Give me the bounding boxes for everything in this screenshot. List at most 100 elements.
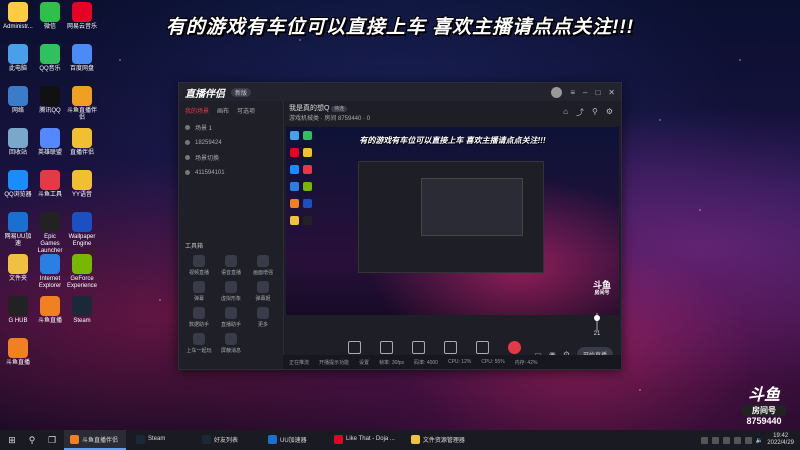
windows-start-icon[interactable]: ⊞ — [4, 432, 20, 448]
clock[interactable]: 19:42 2022/4/29 — [767, 433, 794, 447]
taskbar-app-label: 好友列表 — [214, 437, 239, 444]
taskbar-app[interactable]: 文件资源管理器 — [405, 430, 471, 450]
taskbar-app[interactable]: Steam — [130, 430, 192, 450]
desktop-shortcut[interactable]: QQ音乐 — [34, 44, 66, 73]
menu-icon[interactable]: ≡ — [570, 88, 575, 97]
desktop-shortcut[interactable]: 文件夹 — [2, 254, 34, 283]
tool-icon — [257, 307, 269, 319]
toolbox-item-label: 直播助手 — [220, 322, 241, 328]
eye-icon[interactable] — [185, 140, 190, 145]
eye-icon[interactable] — [185, 125, 190, 130]
desktop-shortcut[interactable]: 微信 — [34, 2, 66, 31]
left-panel: 我的场景 画布 可选项 场景 1 18259424 场景切换 411594101… — [179, 101, 284, 369]
nested-preview-window-inner — [421, 178, 523, 236]
desktop-shortcut-label: Internet Explorer — [38, 276, 62, 289]
eye-icon[interactable] — [185, 155, 190, 160]
toolbox-item[interactable]: 上车一起玩 — [185, 333, 213, 354]
task-view-icon[interactable]: ❐ — [44, 432, 60, 448]
desktop-shortcut[interactable]: 回收站 — [2, 128, 34, 157]
tray-icon[interactable] — [711, 436, 719, 444]
toolbox-item[interactable]: 更多 — [249, 307, 277, 328]
desktop-shortcut[interactable]: G HUB — [2, 296, 34, 325]
streaming-app-window: 直播伴侣 新版 ≡ – □ ✕ 我的场景 画布 可选项 场景 1 1825942… — [178, 82, 622, 370]
taskbar-app[interactable]: 斗鱼直播伴侣 — [64, 430, 126, 450]
gift-icon[interactable]: ⌂ — [563, 107, 568, 118]
desktop-shortcut[interactable]: Wallpaper Engine — [66, 212, 98, 248]
scene-label: 场景切换 — [195, 156, 220, 162]
douyu-overlay-logo: 斗鱼 房间号 8759440 — [742, 381, 786, 426]
desktop-shortcut[interactable]: 斗鱼直播 — [34, 296, 66, 325]
toolbox-item[interactable]: 视频直播 — [185, 255, 213, 276]
desktop-shortcut[interactable]: 斗鱼直播 — [2, 338, 34, 367]
desktop-shortcut[interactable]: 此电脑 — [2, 44, 34, 73]
toolbox-item[interactable]: 弹幕 — [185, 281, 213, 302]
desktop-shortcut[interactable]: 斗鱼工具 — [34, 170, 66, 199]
toolbox-item[interactable]: 数据助手 — [185, 307, 213, 328]
toolbox-item[interactable]: 屏蔽消息 — [217, 333, 245, 354]
taskbar-app[interactable]: UU加速器 — [262, 430, 324, 450]
desktop-shortcut-label: Wallpaper Engine — [68, 234, 96, 247]
avatar[interactable] — [551, 86, 563, 98]
desktop-shortcut[interactable]: Steam — [66, 296, 98, 325]
toolbox-item-label: 弹幕姬 — [255, 296, 271, 302]
volume-handle[interactable] — [594, 315, 600, 321]
toolbox-item[interactable]: 虚拟形象 — [217, 281, 245, 302]
desktop-shortcut[interactable]: 网络 — [2, 86, 34, 115]
stream-preview[interactable]: 有的游戏有车位可以直接上车 喜欢主播请点点关注!!! 斗鱼 房间号 — [286, 127, 619, 315]
desktop-shortcut[interactable]: 百度网盘 — [66, 44, 98, 73]
scene-item[interactable]: 18259424 — [179, 135, 283, 150]
lock-icon[interactable] — [185, 170, 190, 175]
toolbox-item-label: 画面增强 — [252, 270, 273, 276]
clock-date: 2022/4/29 — [767, 440, 794, 446]
share-icon[interactable]: ⤴ — [576, 107, 584, 118]
tray-icon[interactable] — [733, 436, 741, 444]
title-bar: 直播伴侣 新版 ≡ – □ ✕ — [179, 83, 621, 101]
desktop-shortcut[interactable]: 直播伴侣 — [66, 128, 98, 157]
minimize-icon[interactable]: – — [583, 88, 587, 97]
desktop-shortcut[interactable]: 网易UU加速 — [2, 212, 34, 248]
desktop-shortcut[interactable]: Epic Games Launcher — [34, 212, 66, 255]
tab-options[interactable]: 可选项 — [237, 106, 255, 115]
close-icon[interactable]: ✕ — [608, 88, 615, 97]
scene-item[interactable]: 场景 1 — [179, 120, 283, 135]
volume-track[interactable] — [594, 313, 600, 331]
tab-canvas[interactable]: 画布 — [217, 106, 229, 115]
app-logo: 直播伴侣 — [185, 88, 225, 100]
desktop-shortcut-label: 斗鱼直播 — [37, 318, 62, 324]
desktop-shortcut[interactable]: GeForce Experience — [66, 254, 98, 290]
toolbox-item[interactable]: 画面增强 — [249, 255, 277, 276]
toolbox-item[interactable]: 直播助手 — [217, 307, 245, 328]
status-item: CPU: 12% — [447, 359, 472, 365]
desktop-shortcut[interactable]: Internet Explorer — [34, 254, 66, 290]
tool-icon — [225, 333, 237, 345]
app-icon — [8, 296, 28, 316]
tray-icon[interactable] — [722, 436, 730, 444]
source-control-icon — [475, 341, 489, 354]
desktop-shortcut[interactable]: 网易云音乐 — [66, 2, 98, 31]
scene-item[interactable]: 场景切换 — [179, 150, 283, 165]
scene-label: 411594101 — [195, 169, 225, 176]
app-icon — [72, 86, 92, 106]
tray-icon[interactable] — [700, 436, 708, 444]
desktop-shortcut-label: 英雄联盟 — [37, 150, 62, 156]
desktop-shortcut[interactable]: 腾讯QQ — [34, 86, 66, 115]
taskbar-app[interactable]: Like That - Doja ... — [328, 430, 401, 450]
maximize-icon[interactable]: □ — [595, 88, 600, 97]
search-icon[interactable]: ⚲ — [24, 432, 40, 448]
speaker-icon[interactable]: 🔈 — [756, 437, 763, 444]
desktop-shortcut[interactable]: 斗鱼直播伴侣 — [66, 86, 98, 122]
settings-icon[interactable]: ⚙ — [606, 107, 613, 118]
volume-slider[interactable]: 21 — [592, 313, 602, 343]
desktop-shortcut[interactable]: 英雄联盟 — [34, 128, 66, 157]
taskbar-app[interactable]: 好友列表 — [196, 430, 258, 450]
desktop-shortcut[interactable]: QQ浏览器 — [2, 170, 34, 199]
scene-item[interactable]: 411594101 — [179, 165, 283, 180]
tab-scenes[interactable]: 我的场景 — [185, 106, 209, 115]
app-icon — [8, 2, 28, 22]
desktop-shortcut[interactable]: Administr... — [2, 2, 34, 31]
desktop-shortcut[interactable]: YY语音 — [66, 170, 98, 199]
tray-icon[interactable] — [744, 436, 752, 444]
toolbox-item[interactable]: 语音直播 — [217, 255, 245, 276]
pin-icon[interactable]: ⚲ — [592, 107, 598, 118]
toolbox-item[interactable]: 弹幕姬 — [249, 281, 277, 302]
